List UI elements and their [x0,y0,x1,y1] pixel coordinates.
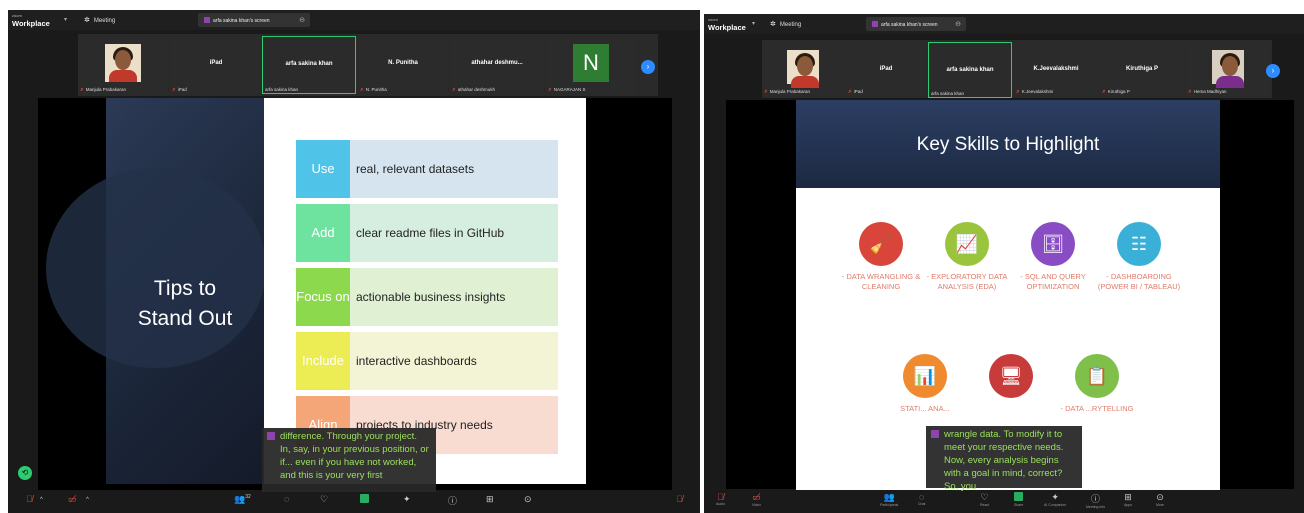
slide-title-band: Key Skills to Highlight [796,100,1220,188]
caption-icon [931,430,939,438]
react-icon[interactable]: ♡ [320,494,328,505]
participant-strip: ✗ Manjula Prabakaran iPad ✗ iPad arfa saki… [762,40,1272,98]
tip-row: Include interactive dashboards [296,332,558,390]
participant-tile-active[interactable]: arfa sakina khan arfa sakina khan [262,36,356,94]
computer-icon: 🖥 [989,354,1033,398]
avatar [787,50,819,88]
meeting-menu[interactable]: ✲ Meeting [84,16,115,24]
share-icon [204,17,210,23]
share-icon [872,21,878,27]
mic-muted-icon: ✗ [548,87,552,92]
mic-muted-icon: ✗ [452,87,456,92]
close-icon[interactable]: ⊖ [955,20,961,28]
participant-tile[interactable]: N. Punitha ✗ N. Punitha [358,36,448,94]
hierarchy-icon: ☷ [1117,222,1161,266]
chevron-down-icon[interactable]: ▾ [752,20,755,27]
mic-muted-icon[interactable]: 🎙̸ [676,494,683,504]
next-page-button[interactable]: › [641,60,655,74]
mic-muted-icon: ✗ [172,87,176,92]
mic-muted-icon: ✗ [360,87,364,92]
participant-tile[interactable]: K.Jeevalakshmi ✗ K.Jeevalakshmi [1014,42,1098,96]
live-caption: difference. Through your project. In, sa… [262,428,436,492]
chevron-up-icon[interactable]: ^ [86,497,89,503]
chevron-up-icon[interactable]: ^ [40,497,43,503]
top-bar: zoom Workplace ▾ ✲ Meeting arfa sakina kh… [8,10,700,30]
chart-icon: 📈 [945,222,989,266]
report-icon: 📋 [1075,354,1119,398]
skill-item: 🧹 - DATA WRANGLING & CLEANING [836,222,926,292]
meeting-toolbar: 🎙̸ ^ ▭̸ ^ 👥32 ◌ ♡ ✦ ⓘ ⊞ ⊙ 🎙̸ [8,491,700,513]
participant-tile-active[interactable]: arfa sakina khan arfa sakina khan [928,42,1012,98]
skill-item: 🗄 - SQL AND QUERY OPTIMIZATION [1008,222,1098,292]
participant-tile[interactable]: ✗ Manjula Prabakaran [762,42,844,96]
participant-tile[interactable]: Kiruthiga P ✗ Kiruthiga P [1100,42,1184,96]
participant-tile[interactable]: ✗ Manjula Prabakaran [78,36,168,94]
caption-icon [267,432,275,440]
zoom-logo[interactable]: zoom Workplace [708,16,746,33]
participant-tile[interactable]: ✗ Hema Madhiyan [1186,42,1270,96]
slide-title: Tips to Stand Out [137,277,233,330]
mic-muted-icon: ✗ [80,87,84,92]
database-icon: 🗄 [1031,222,1075,266]
avatar: N [573,44,609,82]
tip-row: Focus on actionable business insights [296,268,558,326]
mic-muted-icon: ✗ [1016,89,1020,94]
video-button[interactable]: ▭̸ Video [752,492,761,507]
bar-chart-icon: 📊 [903,354,947,398]
more-icon[interactable]: ⊙ [524,494,532,505]
tip-row: Add clear readme files in GitHub [296,204,558,262]
avatar [1212,50,1244,88]
participant-tile[interactable]: iPad ✗ iPad [170,36,262,94]
chat-button[interactable]: ◌ Chat [918,492,925,506]
apps-icon[interactable]: ⊞ [486,494,494,505]
participants-button[interactable]: 👥 Participants [880,492,898,507]
info-icon[interactable]: ⓘ [448,494,457,507]
zoom-logo[interactable]: zoom Workplace [12,12,50,29]
next-page-button[interactable]: › [1266,64,1280,78]
participant-tile[interactable]: N ✗ NAGARAJAN S [546,36,636,94]
ai-assistant-icon[interactable]: ⟲ [18,466,32,480]
tip-row: Use real, relevant datasets [296,140,558,198]
chevron-down-icon[interactable]: ▾ [64,16,67,23]
ai-companion-button[interactable]: ✦ AI Companion [1044,492,1066,507]
mic-muted-icon: ✗ [848,89,852,94]
apps-button[interactable]: ⊞ Apps [1124,492,1132,507]
broom-icon: 🧹 [859,222,903,266]
skill-item: ☷ - DASHBOARDING (POWER BI / TABLEAU) [1094,222,1184,292]
chat-icon[interactable]: ◌ [284,494,289,504]
meeting-info-button[interactable]: ⓘ Meeting info [1086,492,1105,509]
meeting-icon: ✲ [84,17,90,24]
live-caption: wrangle data. To modify it to meet your … [926,426,1082,492]
tips-list: Use real, relevant datasets Add clear re… [264,98,586,484]
screen-share-tab[interactable]: arfa sakina khan's screen ⊖ [198,13,310,27]
skill-item: 🖥 [966,354,1056,404]
skill-item: 📋 - DATA ...RYTELLING [1052,354,1142,414]
screen-share-tab[interactable]: arfa sakina khan's screen ⊖ [866,17,966,31]
mic-muted-icon: ✗ [1188,89,1192,94]
mic-muted-icon[interactable]: 🎙̸ [26,494,33,504]
audio-button[interactable]: 🎙̸ Audio [716,492,725,506]
slide-tips: Tips to Stand Out Use real, relevant dat… [46,98,586,484]
participant-strip: ✗ Manjula Prabakaran iPad ✗ iPad arfa saki… [78,34,658,96]
participant-tile[interactable]: iPad ✗ iPad [846,42,926,96]
meeting-toolbar: 🎙̸ Audio ▭̸ Video 👥 Participants ◌ Chat ♡ Rea… [704,489,1304,513]
video-off-icon[interactable]: ▭̸ [68,494,77,505]
mic-muted-icon: ✗ [1102,89,1106,94]
skill-item: 📈 - EXPLORATORY DATA ANALYSIS (EDA) [922,222,1012,292]
share-button[interactable]: Share [1014,492,1023,507]
meeting-icon: ✲ [770,21,776,28]
close-icon[interactable]: ⊖ [299,16,305,24]
slide-title: Key Skills to Highlight [916,134,1100,155]
participants-icon[interactable]: 👥32 [234,494,251,505]
avatar [105,44,141,82]
share-button[interactable] [360,494,369,505]
more-button[interactable]: ⊙ More [1156,492,1164,507]
ai-companion-icon[interactable]: ✦ [403,494,411,505]
top-bar: zoom Workplace ▾ ✲ Meeting arfa sakina kh… [704,14,1304,34]
participant-tile[interactable]: athahar deshmu... ✗ athahar deshmukh [450,36,544,94]
meeting-menu[interactable]: ✲ Meeting [770,20,801,28]
skill-item: 📊 STATI... ANA... [880,354,970,414]
react-button[interactable]: ♡ React [980,492,989,507]
mic-muted-icon: ✗ [764,89,768,94]
